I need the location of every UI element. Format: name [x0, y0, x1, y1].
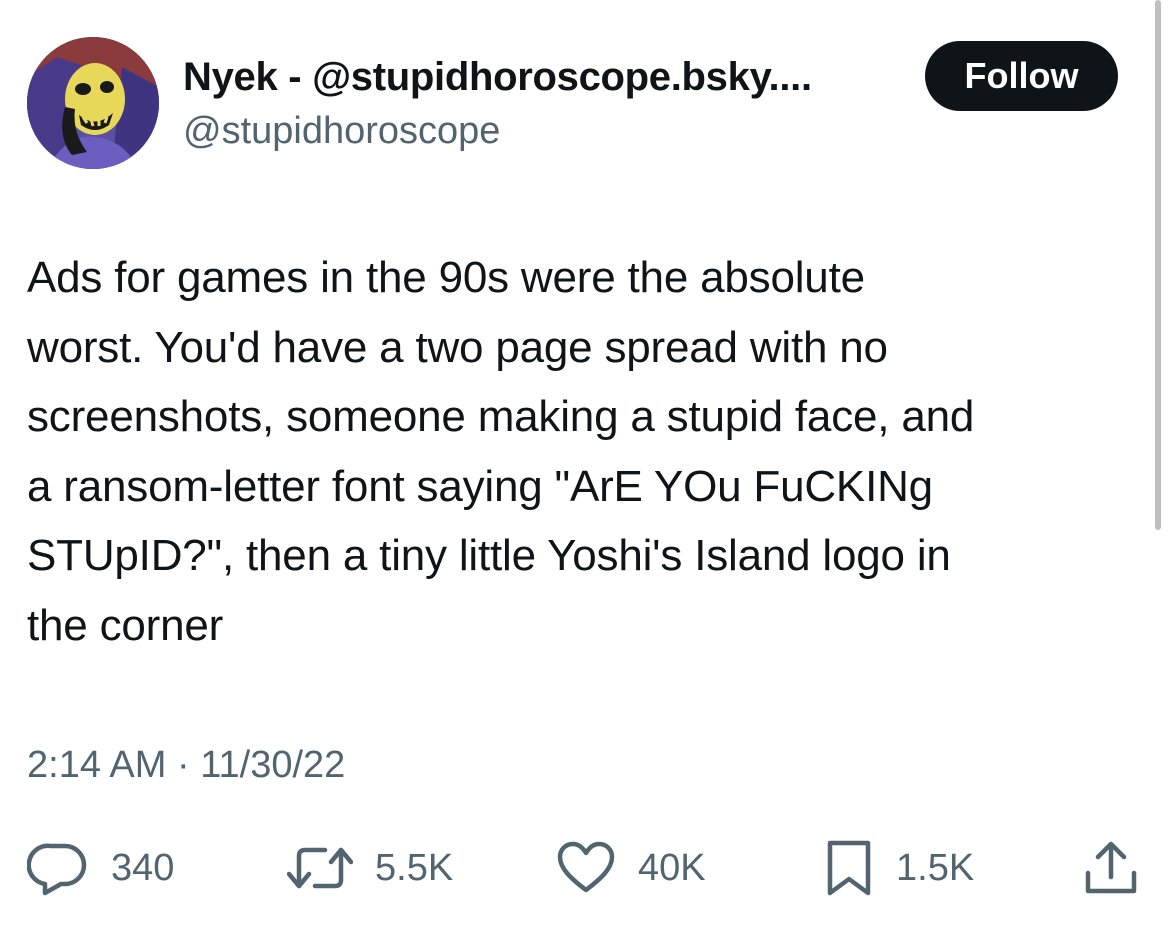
tweet-text: Ads for games in the 90s were the absolu…	[27, 243, 1152, 660]
action-bar: 340 5.5K 40K 1.5K	[0, 838, 1170, 898]
follow-button[interactable]: Follow	[925, 41, 1118, 111]
avatar[interactable]	[27, 37, 159, 169]
like-button[interactable]: 40K	[556, 838, 706, 898]
reply-button[interactable]: 340	[27, 838, 174, 898]
tweet-text-line: Ads for games in the 90s were the absolu…	[27, 253, 865, 302]
like-count: 40K	[638, 846, 706, 889]
tweet-text-line: worst. You'd have a two page spread with…	[27, 322, 888, 372]
tweet-text-line: a ransom-letter font saying "ArE YOu FuC…	[27, 461, 933, 511]
repost-button[interactable]: 5.5K	[287, 838, 453, 898]
share-button[interactable]	[1082, 838, 1140, 898]
tweet-timestamp[interactable]: 2:14 AM · 11/30/22	[27, 742, 345, 788]
tweet-text-line: STUpID?", then a tiny little Yoshi's Isl…	[27, 531, 951, 580]
bookmark-button[interactable]: 1.5K	[824, 838, 974, 898]
reply-count: 340	[111, 846, 175, 889]
bookmark-count: 1.5K	[896, 846, 975, 889]
share-icon	[1085, 841, 1137, 894]
tweet-text-line: screenshots, someone making a stupid fac…	[27, 392, 975, 441]
reply-icon	[27, 843, 87, 896]
repost-count: 5.5K	[375, 846, 454, 889]
author-display-name[interactable]: Nyek - @stupidhoroscope.bsky....	[183, 53, 812, 101]
bookmark-icon	[827, 840, 871, 896]
scrollbar[interactable]	[1155, 0, 1161, 530]
skeletor-avatar-icon	[27, 37, 159, 169]
tweet-text-line: the corner	[27, 600, 224, 650]
repost-icon	[287, 847, 353, 889]
heart-icon	[557, 841, 615, 893]
author-handle[interactable]: @stupidhoroscope	[183, 108, 500, 154]
